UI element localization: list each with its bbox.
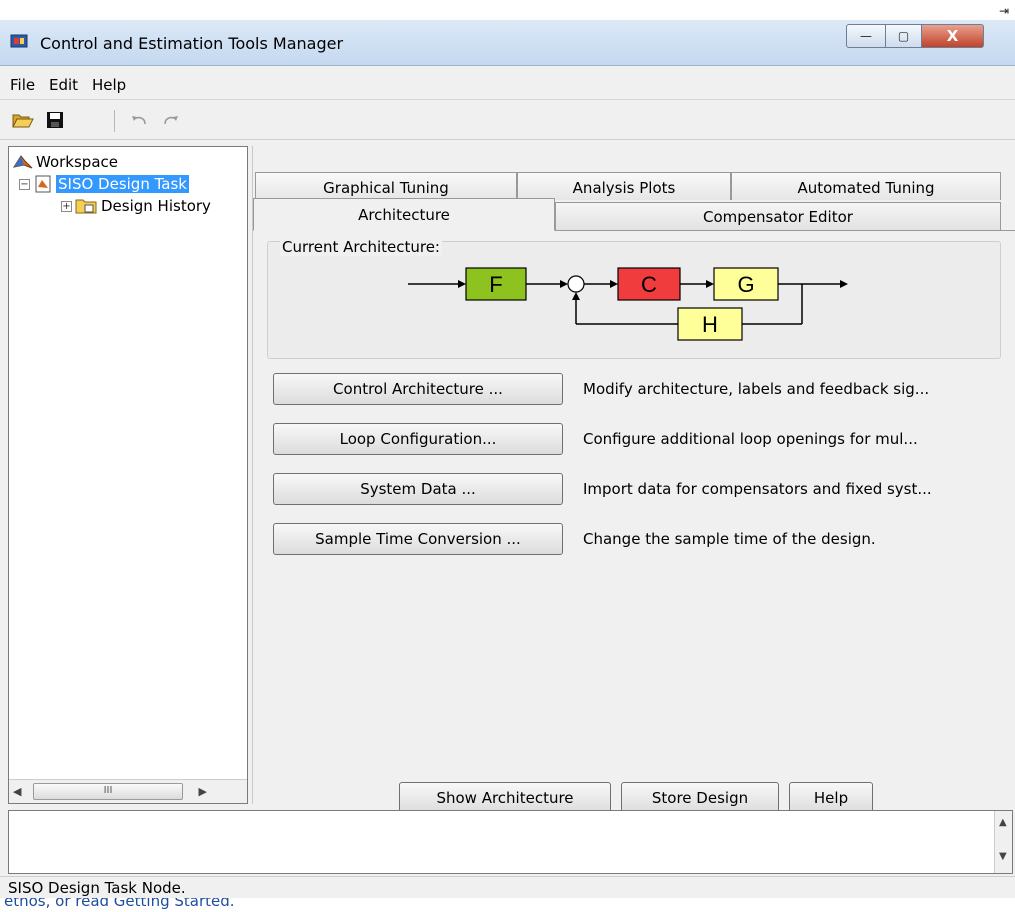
task-icon	[35, 175, 51, 193]
title-bar: Control and Estimation Tools Manager — ▢…	[0, 20, 1015, 66]
block-h-label: H	[702, 312, 718, 337]
tab-analysis-plots[interactable]: Analysis Plots	[517, 172, 731, 200]
current-architecture-group: Current Architecture: F C G H	[267, 238, 1001, 359]
open-folder-icon[interactable]	[12, 110, 34, 130]
scroll-down-icon[interactable]: ▼	[999, 851, 1007, 862]
system-data-button[interactable]: System Data ...	[273, 473, 563, 505]
block-f-label: F	[489, 272, 502, 297]
menu-file[interactable]: File	[10, 76, 35, 94]
tree-item-label: Design History	[101, 197, 211, 215]
loop-configuration-desc: Configure additional loop openings for m…	[583, 430, 918, 448]
tree-item-workspace[interactable]: Workspace	[13, 151, 118, 173]
redo-icon[interactable]	[160, 110, 182, 130]
tree-item-design-history[interactable]: + Design History	[61, 195, 211, 217]
status-bar: SISO Design Task Node.	[0, 876, 1015, 898]
minimize-button[interactable]: —	[846, 24, 886, 48]
window-controls: — ▢ X	[846, 24, 1010, 50]
sum-junction	[567, 275, 585, 293]
status-text: SISO Design Task Node.	[8, 879, 186, 897]
matlab-icon	[13, 155, 33, 169]
scroll-left-icon[interactable]: ◀	[13, 785, 21, 798]
current-architecture-label: Current Architecture:	[280, 238, 442, 256]
task-panel: Graphical Tuning Analysis Plots Automate…	[252, 146, 1015, 814]
maximize-button[interactable]: ▢	[886, 24, 922, 48]
menu-edit[interactable]: Edit	[49, 76, 78, 94]
system-data-desc: Import data for compensators and fixed s…	[583, 480, 932, 498]
toolbar	[0, 100, 1015, 140]
sample-time-conversion-desc: Change the sample time of the design.	[583, 530, 876, 548]
tab-graphical-tuning[interactable]: Graphical Tuning	[255, 172, 517, 200]
scroll-up-icon[interactable]: ▲	[999, 817, 1007, 828]
expand-icon[interactable]: +	[61, 200, 72, 212]
message-vertical-scrollbar[interactable]: ▲ ▼	[994, 811, 1012, 873]
menu-help[interactable]: Help	[92, 76, 126, 94]
architecture-diagram: F C G H	[408, 267, 848, 341]
window-title: Control and Estimation Tools Manager	[40, 34, 344, 53]
architecture-tab-content: Current Architecture: F C G H Control Ar…	[253, 230, 1015, 780]
loop-configuration-button[interactable]: Loop Configuration...	[273, 423, 563, 455]
control-architecture-button[interactable]: Control Architecture ...	[273, 373, 563, 405]
undo-icon[interactable]	[128, 110, 150, 130]
pin-icon[interactable]: ⇥	[999, 4, 1009, 18]
app-icon	[10, 34, 28, 48]
app-window: Control and Estimation Tools Manager — ▢…	[0, 20, 1015, 912]
close-button[interactable]: X	[922, 24, 984, 48]
tree-item-label: Workspace	[36, 153, 118, 171]
top-strip: ⇥	[0, 0, 1015, 20]
tab-automated-tuning[interactable]: Automated Tuning	[731, 172, 1001, 200]
block-c-label: C	[641, 272, 657, 297]
folder-icon	[75, 199, 97, 214]
control-architecture-desc: Modify architecture, labels and feedback…	[583, 380, 930, 398]
message-area[interactable]: ▲ ▼	[8, 810, 1013, 874]
tree-item-label: SISO Design Task	[56, 175, 189, 193]
save-icon[interactable]	[44, 110, 66, 130]
background-page-text: ethos, or read Getting Started.	[0, 898, 1015, 912]
toolbar-separator	[114, 110, 115, 132]
sample-time-conversion-button[interactable]: Sample Time Conversion ...	[273, 523, 563, 555]
tree-horizontal-scrollbar[interactable]: ◀ III ▶	[9, 779, 247, 803]
tab-compensator-editor[interactable]: Compensator Editor	[555, 202, 1001, 230]
workspace-tree: Workspace − SISO Design Task + Design Hi…	[8, 146, 248, 804]
menu-bar: File Edit Help	[0, 66, 1015, 100]
scroll-right-icon[interactable]: ▶	[199, 785, 207, 798]
scroll-thumb[interactable]: III	[33, 783, 183, 800]
block-g-label: G	[737, 272, 754, 297]
background-link-text: ethos, or read Getting Started.	[4, 898, 235, 910]
collapse-icon[interactable]: −	[19, 178, 30, 190]
tree-item-siso-design-task[interactable]: − SISO Design Task	[19, 173, 189, 195]
tab-architecture[interactable]: Architecture	[253, 198, 555, 231]
